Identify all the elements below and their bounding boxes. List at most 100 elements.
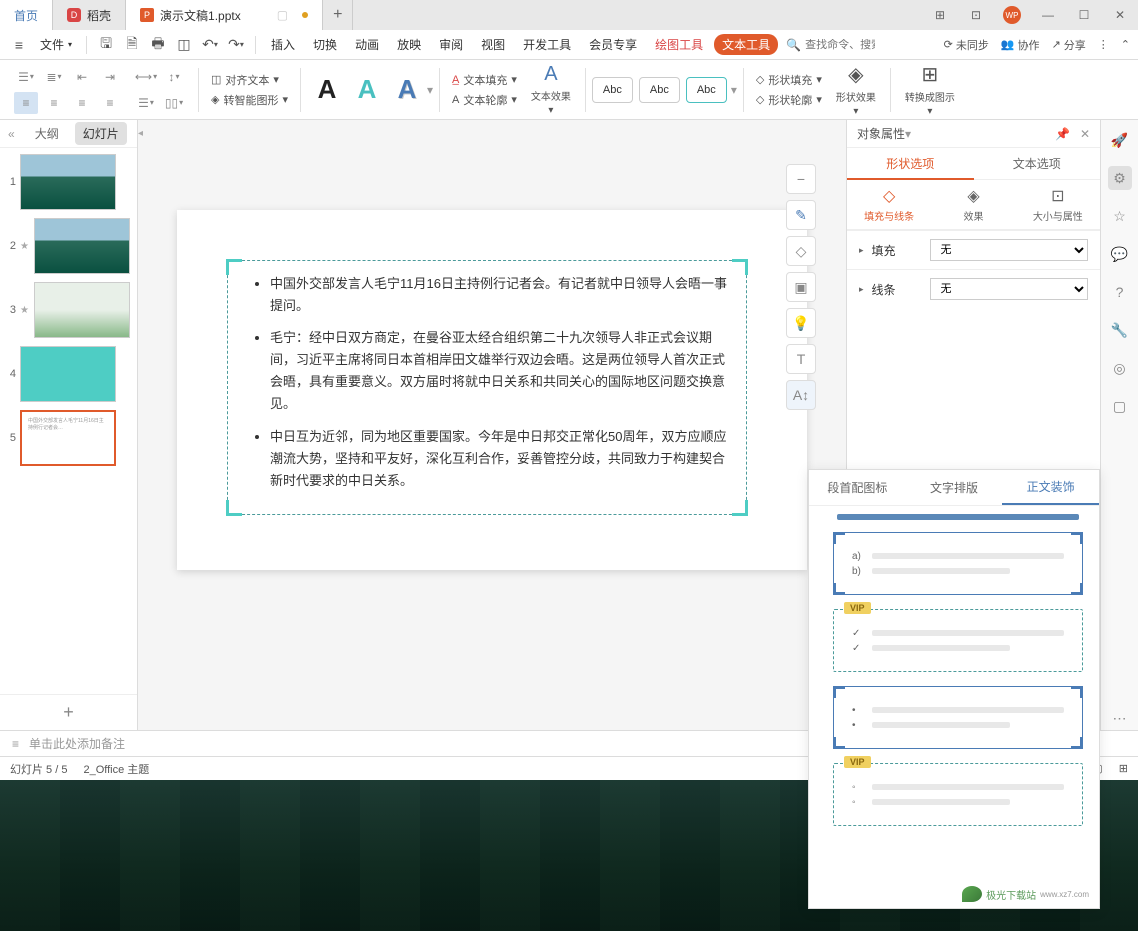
add-slide-button[interactable]: + [0,694,137,730]
number-list-icon[interactable]: ≣▾ [42,66,66,88]
tab-file[interactable]: P 演示文稿1.pptx ▢ [126,0,323,30]
panel-collapse-icon[interactable]: « [8,127,15,141]
pen-icon[interactable]: ✎ [786,200,816,230]
minus-icon[interactable]: − [786,164,816,194]
fill-select[interactable]: 无 [930,239,1088,261]
popover-tab-layout[interactable]: 文字排版 [906,470,1003,505]
redo-icon[interactable]: ↷▾ [225,34,247,56]
text-style-icon[interactable]: A↕ [786,380,816,410]
menu-member[interactable]: 会员专享 [582,36,644,53]
text-icon[interactable]: T [786,344,816,374]
text-options-tab[interactable]: 文本选项 [974,148,1101,180]
convert-diagram-button[interactable]: ⊞转换成图示▾ [897,62,963,117]
effect-tab[interactable]: ◈效果 [931,180,1015,229]
align-right-icon[interactable]: ≡ [70,92,94,114]
dock-help-icon[interactable]: ? [1108,280,1132,304]
tab-docker[interactable]: D 稻壳 [53,0,126,30]
avatar[interactable]: WP [994,0,1030,30]
shape-icon[interactable]: ◇ [786,236,816,266]
notes-placeholder[interactable]: 单击此处添加备注 [29,735,125,752]
columns-icon[interactable]: ▯▯▾ [162,92,186,114]
dock-chat-icon[interactable]: 💬 [1108,242,1132,266]
menu-animation[interactable]: 动画 [348,36,386,53]
pin-icon[interactable]: 📌 [1055,127,1070,141]
bullet-list-icon[interactable]: ☰▾ [14,66,38,88]
bulb-icon[interactable]: 💡 [786,308,816,338]
outline-tab[interactable]: 大纲 [27,122,67,145]
saveas-icon[interactable]: 🗎 [121,34,143,56]
print-icon[interactable]: 🖶 [147,34,169,56]
slide-thumb-4[interactable] [20,346,116,402]
menu-devtools[interactable]: 开发工具 [516,36,578,53]
align-justify-icon[interactable]: ≡ [98,92,122,114]
smart-graphic-button[interactable]: ◈ 转智能图形 ▾ [211,92,288,108]
tab-add[interactable]: + [323,0,353,30]
style-card-4[interactable]: VIP ◦ ◦ [833,763,1083,826]
menu-drawing[interactable]: 绘图工具 [648,36,710,53]
line-select[interactable]: 无 [930,278,1088,300]
dock-star-icon[interactable]: ☆ [1108,204,1132,228]
dock-tool-icon[interactable]: 🔧 [1108,318,1132,342]
align-center-icon[interactable]: ≡ [42,92,66,114]
shape-style-2[interactable]: Abc [639,77,680,103]
style-card-3[interactable]: • • [833,686,1083,749]
tab-home[interactable]: 首页 [0,0,53,30]
shape-fill-button[interactable]: ◇ 形状填充 ▾ [756,72,822,88]
slide-thumb-5[interactable]: 中国外交部发言人毛宁11月16日主持例行记者会… [20,410,116,466]
slide[interactable]: 中国外交部发言人毛宁11月16日主持例行记者会。有记者就中日领导人会晤一事提问。… [177,210,807,570]
slide-thumb-3[interactable] [34,282,130,338]
dock-settings-icon[interactable]: ⚙ [1108,166,1132,190]
menu-insert[interactable]: 插入 [264,36,302,53]
file-menu[interactable]: 文件▾ [34,36,78,53]
fill-line-tab[interactable]: ◇填充与线条 [847,180,931,229]
slides-tab[interactable]: 幻灯片 [75,122,127,145]
text-effect-button[interactable]: A文本效果▾ [523,63,579,116]
undo-icon[interactable]: ↶▾ [199,34,221,56]
shape-style-more-icon[interactable]: ▾ [731,83,737,97]
text-direction-icon[interactable]: ⟷▾ [134,66,158,88]
winicon-1[interactable]: ⊞ [922,0,958,30]
collab-button[interactable]: 👥 协作 [1001,37,1040,53]
bullet-1[interactable]: 中国外交部发言人毛宁11月16日主持例行记者会。有记者就中日领导人会晤一事提问。 [270,273,728,317]
align-left-icon[interactable]: ≡ [14,92,38,114]
canvas-collapse-icon[interactable]: ◂ [138,128,143,139]
save-icon[interactable]: 🖫 [95,34,117,56]
decrease-indent-icon[interactable]: ⇤ [70,66,94,88]
dock-rocket-icon[interactable]: 🚀 [1108,128,1132,152]
dock-idea-icon[interactable]: ◎ [1108,356,1132,380]
unsync-button[interactable]: ⟳ 未同步 [944,37,989,53]
canvas[interactable]: ◂ 中国外交部发言人毛宁11月16日主持例行记者会。有记者就中日领导人会晤一事提… [138,120,846,730]
wordart-style-3[interactable]: A [387,74,427,105]
fill-section[interactable]: ▸填充 无 [847,230,1100,269]
align-text-button[interactable]: ◫ 对齐文本 ▾ [211,72,288,88]
shape-style-1[interactable]: Abc [592,77,633,103]
menu-review[interactable]: 审阅 [432,36,470,53]
slide-thumb-1[interactable] [20,154,116,210]
menu-icon[interactable]: ≡ [8,34,30,56]
shape-outline-button[interactable]: ◇ 形状轮廓 ▾ [756,92,822,108]
text-fill-button[interactable]: A̲ 文本填充 ▾ [452,72,517,88]
preview-icon[interactable]: ◫ [173,34,195,56]
menu-slideshow[interactable]: 放映 [390,36,428,53]
text-outline-button[interactable]: A 文本轮廓 ▾ [452,92,517,108]
popover-tab-icons[interactable]: 段首配图标 [809,470,906,505]
shape-style-3[interactable]: Abc [686,77,727,103]
maximize-button[interactable]: ☐ [1066,0,1102,30]
popover-tab-decoration[interactable]: 正文装饰 [1002,470,1099,505]
play-icon[interactable]: ▢ [277,8,288,22]
search-input[interactable] [805,39,875,51]
dock-present-icon[interactable]: ▢ [1108,394,1132,418]
slide-thumb-2[interactable] [34,218,130,274]
menu-view[interactable]: 视图 [474,36,512,53]
more-icon[interactable]: ⋮ [1098,38,1109,51]
collapse-ribbon-icon[interactable]: ⌃ [1121,38,1130,51]
style-card-2[interactable]: VIP ✓ ✓ [833,609,1083,672]
style-card-1[interactable]: a) b) [833,532,1083,595]
size-prop-tab[interactable]: ⊡大小与属性 [1016,180,1100,229]
layers-icon[interactable]: ▣ [786,272,816,302]
close-panel-icon[interactable]: ✕ [1080,127,1090,141]
wordart-style-2[interactable]: A [347,74,387,105]
line-section[interactable]: ▸线条 无 [847,269,1100,308]
bullet-2[interactable]: 毛宁：经中日双方商定，在曼谷亚太经合组织第二十九次领导人非正式会议期间，习近平主… [270,327,728,415]
wordart-style-1[interactable]: A [307,74,347,105]
